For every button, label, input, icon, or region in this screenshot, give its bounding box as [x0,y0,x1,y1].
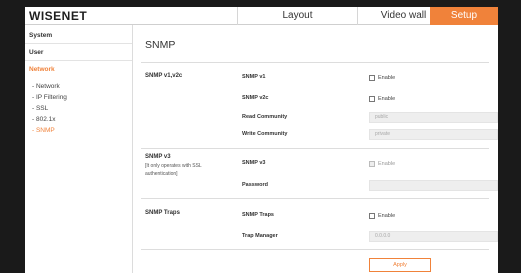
sidebar-subitem-ip-filtering[interactable]: - IP Filtering [32,93,67,102]
read-community-input[interactable]: public [369,112,498,123]
sidebar-subitem-snmp[interactable]: - SNMP [32,126,55,135]
trap-manager-input[interactable]: 0.0.0.0 [369,231,498,242]
write-community-label: Write Community [242,131,288,137]
snmp-traps-enable-label[interactable]: Enable [378,213,395,219]
section-divider [141,249,489,250]
snmp-v1-label: SNMP v1 [242,74,266,80]
snmp-v3-password-input[interactable] [369,180,498,191]
trap-manager-label: Trap Manager [242,233,278,239]
sidebar-subitem-network[interactable]: - Network [32,82,60,91]
top-navigation-bar: WISENET Layout Video wall Setup [25,7,498,25]
tab-layout[interactable]: Layout [237,7,357,25]
title-divider [141,62,489,63]
sidebar-subitem-ssl[interactable]: - SSL [32,104,48,113]
password-label: Password [242,182,268,188]
snmp-traps-enable-checkbox[interactable] [369,213,375,219]
snmp-v2c-enable-checkbox[interactable] [369,96,375,102]
snmp-v3-ssl-note: [It only operates with SSL authenticatio… [145,163,202,177]
write-community-input[interactable]: private [369,129,498,140]
sidebar-item-network[interactable]: Network [25,61,132,78]
snmp-v3-enable-checkbox[interactable] [369,161,375,167]
section-divider [141,198,489,199]
snmp-v1-enable-checkbox[interactable] [369,75,375,81]
sidebar-item-user[interactable]: User [25,44,132,61]
section-label-snmp-v3: SNMP v3 [145,154,171,160]
apply-button[interactable]: Apply [369,258,431,272]
section-label-snmp-traps: SNMP Traps [145,210,180,216]
page-title: SNMP [145,39,176,51]
wisenet-logo: WISENET [29,9,88,23]
snmp-v2c-label: SNMP v2c [242,95,269,101]
snmp-v1-enable-label[interactable]: Enable [378,75,395,81]
tab-setup[interactable]: Setup [430,7,498,25]
section-label-snmp-v1-v2c: SNMP v1,v2c [145,73,183,79]
app-window: WISENET Layout Video wall Setup System U… [25,7,498,273]
snmp-v3-enable-label: Enable [378,161,396,167]
snmp-v3-label: SNMP v3 [242,160,266,166]
sidebar-item-system[interactable]: System [25,27,132,44]
snmp-traps-label: SNMP Traps [242,212,274,218]
read-community-label: Read Community [242,114,288,120]
section-divider [141,148,489,149]
snmp-v2c-enable-label[interactable]: Enable [378,96,395,102]
sidebar: System User Network - Network - IP Filte… [25,25,133,273]
sidebar-subitem-802-1x[interactable]: - 802.1x [32,115,56,124]
main-content: SNMP SNMP v1,v2c SNMP v1 Enable SNMP v2c… [133,25,498,273]
